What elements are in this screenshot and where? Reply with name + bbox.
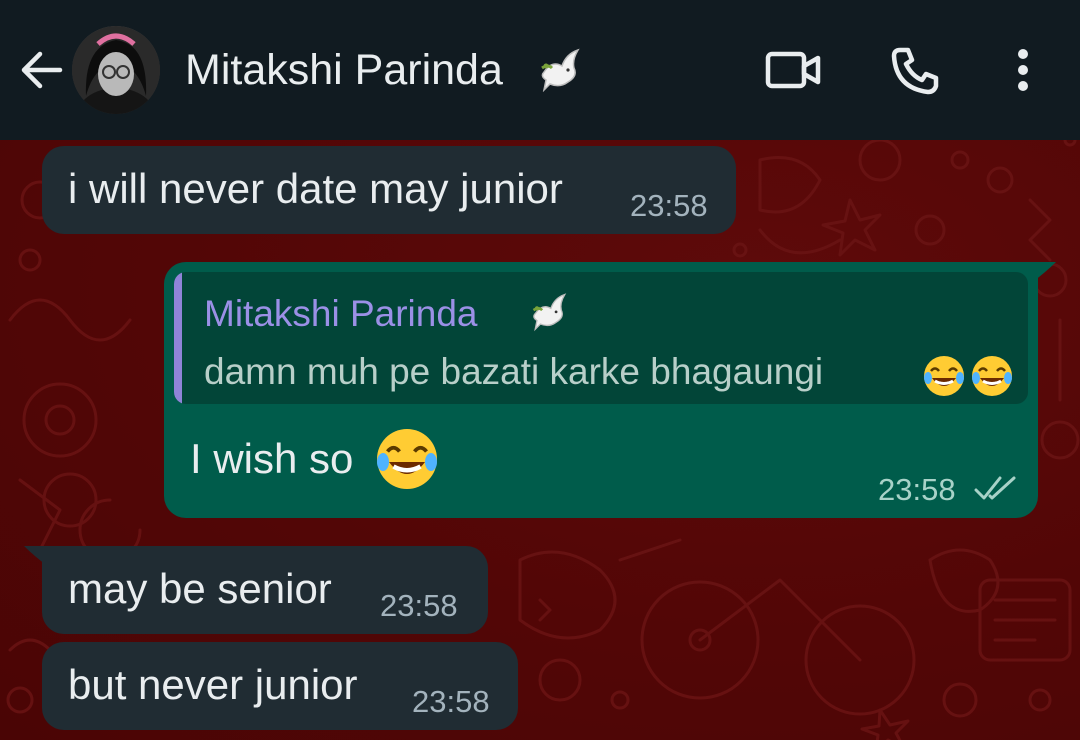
avatar-photo (72, 26, 160, 114)
arrow-left-icon (21, 51, 63, 89)
bubble-tail (24, 546, 50, 568)
message-incoming[interactable]: may be senior 23:58 (24, 546, 488, 634)
dove-icon (530, 290, 570, 332)
message-incoming[interactable]: but never junior 23:58 (42, 642, 518, 730)
video-call-button[interactable] (762, 46, 824, 94)
bubble-tail (1030, 262, 1056, 284)
phone-icon (891, 47, 939, 95)
message-time: 23:58 (630, 188, 708, 223)
laughing-tears-emoji (972, 356, 1012, 396)
reply-quote-bar (174, 272, 182, 404)
message-time: 23:58 (878, 472, 956, 507)
double-check-icon (974, 476, 1016, 500)
laughing-tears-emoji (377, 429, 437, 489)
message-text: may be senior (68, 565, 332, 612)
contact-name[interactable]: Mitakshi Parinda (185, 44, 503, 96)
more-options-button[interactable] (1006, 44, 1040, 96)
reply-sender-name: Mitakshi Parinda (204, 293, 478, 334)
message-time: 23:58 (412, 684, 490, 719)
reply-text: damn muh pe bazati karke bhagaungi (204, 351, 824, 392)
more-vertical-icon (1018, 49, 1028, 91)
message-text: I wish so (190, 435, 354, 482)
chat-header: Mitakshi Parinda (0, 0, 1080, 140)
laughing-tears-emoji (924, 356, 964, 396)
message-outgoing[interactable]: Mitakshi Parinda damn muh pe bazati kark… (164, 262, 1056, 518)
voice-call-button[interactable] (888, 44, 944, 96)
message-time: 23:58 (380, 588, 458, 623)
avatar[interactable] (72, 26, 160, 114)
message-text: i will never date may junior (68, 165, 563, 212)
reply-quote[interactable]: Mitakshi Parinda damn muh pe bazati kark… (174, 272, 1028, 404)
video-call-icon (765, 51, 821, 89)
back-button[interactable] (14, 46, 68, 94)
dove-icon (538, 46, 584, 93)
message-text: but never junior (68, 661, 358, 708)
message-incoming[interactable]: i will never date may junior 23:58 (42, 146, 736, 234)
